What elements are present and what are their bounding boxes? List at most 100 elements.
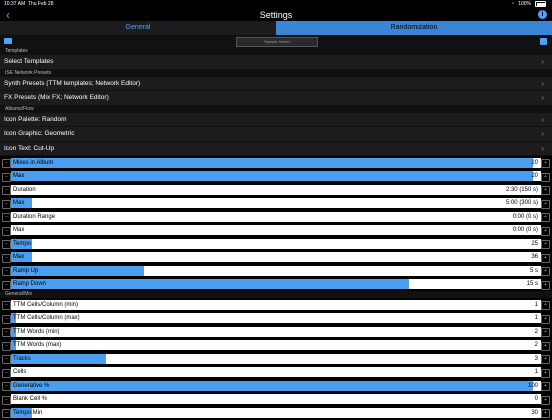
slider-row: − Tempo Min 30 +	[0, 406, 552, 420]
slider-label: Blank Cell %	[13, 396, 48, 402]
decrement-button[interactable]: −	[2, 328, 11, 337]
increment-button[interactable]: +	[541, 172, 550, 182]
slider-track[interactable]: TTM Words (min) 2	[11, 326, 541, 337]
decrement-button[interactable]: −	[2, 267, 11, 276]
slider-value: 2	[534, 342, 538, 348]
select-templates-row[interactable]: Select Templates ›	[0, 55, 552, 70]
slider-track[interactable]: Blank Cell % 0	[11, 394, 541, 404]
folder-icon[interactable]	[4, 38, 12, 44]
wifi-icon: ◔	[511, 1, 515, 7]
slider-track[interactable]: Generative % 100	[11, 380, 541, 391]
row-label: FX Presets (Mix FX; Network Editor)	[4, 94, 109, 101]
slider-row: − Generative % 100 +	[0, 379, 552, 393]
increment-button[interactable]: +	[541, 240, 550, 249]
decrement-button[interactable]: −	[2, 159, 11, 168]
info-icon[interactable]: i	[538, 10, 547, 19]
slider-label: Duration	[13, 186, 36, 193]
decrement-button[interactable]: −	[2, 301, 11, 310]
slider-track[interactable]: TTM Cells/Column (max) 1	[11, 313, 541, 323]
slider-label: Tracks	[13, 355, 31, 362]
fx-presets-row[interactable]: FX Presets (Mix FX; Network Editor) ›	[0, 91, 552, 106]
slider-label: Max	[13, 227, 25, 233]
increment-button[interactable]: +	[541, 368, 550, 378]
decrement-button[interactable]: −	[2, 199, 11, 209]
increment-button[interactable]: +	[541, 267, 550, 276]
slider-row: − Max 0:00 (0 s) +	[0, 223, 552, 237]
slider-row: − Tracks 3 +	[0, 352, 552, 366]
slider-track[interactable]: Max 5:00 (300 s)	[11, 198, 541, 208]
tab-randomization[interactable]: Randomization	[276, 21, 552, 35]
slider-label: Generative %	[13, 382, 50, 389]
increment-button[interactable]: +	[541, 382, 550, 391]
chevron-right-icon: ›	[541, 93, 544, 102]
slider-value: 20	[531, 159, 538, 166]
increment-button[interactable]: +	[541, 186, 550, 195]
decrement-button[interactable]: −	[2, 240, 11, 249]
slider-fill	[11, 171, 534, 181]
increment-button[interactable]: +	[541, 355, 550, 364]
slider-value: 5 s	[529, 267, 538, 274]
slider-track[interactable]: Max 0:00 (0 s)	[11, 225, 541, 235]
sample-select-control[interactable]: Sample Select	[236, 37, 318, 47]
increment-button[interactable]: +	[541, 395, 550, 405]
decrement-button[interactable]: −	[2, 314, 11, 324]
slider-fill	[11, 157, 534, 168]
increment-button[interactable]: +	[541, 199, 550, 209]
slider-track[interactable]: Tempo 25	[11, 238, 541, 249]
slider-track[interactable]: Max 20	[11, 171, 541, 181]
slider-track[interactable]: Ramp Down 15 s	[11, 279, 541, 289]
slider-track[interactable]: Tracks 3	[11, 353, 541, 364]
slider-track[interactable]: Duration Range 0:00 (0 s)	[11, 211, 541, 222]
increment-button[interactable]: +	[541, 226, 550, 236]
decrement-button[interactable]: −	[2, 186, 11, 195]
increment-button[interactable]: +	[541, 253, 550, 263]
decrement-button[interactable]: −	[2, 280, 11, 290]
slider-value: 0	[534, 396, 538, 402]
slider-row: − Duration Range 0:00 (0 s) +	[0, 210, 552, 224]
icon-palette-row[interactable]: Icon Palette: Random ›	[0, 112, 552, 127]
icon-text-row[interactable]: Icon Text: Cut-Up ›	[0, 141, 552, 156]
slider-track[interactable]: Cells 1	[11, 367, 541, 377]
increment-button[interactable]: +	[541, 280, 550, 290]
decrement-button[interactable]: −	[2, 355, 11, 364]
decrement-button[interactable]: −	[2, 395, 11, 405]
synth-presets-row[interactable]: Synth Presets (TTM templates; Network Ed…	[0, 76, 552, 91]
slider-track[interactable]: TTM Words (max) 2	[11, 340, 541, 350]
settings-list: Templates Select Templates › ISE Network …	[0, 48, 552, 420]
slider-row: − TTM Cells/Column (max) 1 +	[0, 311, 552, 325]
slider-row: − Duration 2:30 (150 s) +	[0, 183, 552, 197]
tab-bar: General Randomization	[0, 21, 552, 35]
decrement-button[interactable]: −	[2, 341, 11, 351]
save-icon[interactable]	[540, 38, 547, 45]
increment-button[interactable]: +	[541, 341, 550, 351]
slider-track[interactable]: Tempo Min 30	[11, 407, 541, 418]
increment-button[interactable]: +	[541, 314, 550, 324]
icon-graphic-row[interactable]: Icon Graphic: Geometric ›	[0, 127, 552, 142]
increment-button[interactable]: +	[541, 301, 550, 310]
decrement-button[interactable]: −	[2, 368, 11, 378]
increment-button[interactable]: +	[541, 213, 550, 222]
slider-label: TTM Cells/Column (max)	[13, 315, 80, 321]
decrement-button[interactable]: −	[2, 382, 11, 391]
section-header-general-mix: General/Mix	[0, 291, 552, 298]
slider-track[interactable]: Ramp Up 5 s	[11, 265, 541, 276]
slider-value: 20	[531, 173, 538, 179]
decrement-button[interactable]: −	[2, 172, 11, 182]
tab-general[interactable]: General	[0, 21, 276, 35]
slider-track[interactable]: TTM Cells/Column (min) 1	[11, 299, 541, 310]
increment-button[interactable]: +	[541, 328, 550, 337]
mix-sliders: − TTM Cells/Column (min) 1 + − TTM Cells/Colu…	[0, 298, 552, 420]
slider-value: 2:30 (150 s)	[505, 186, 538, 193]
decrement-button[interactable]: −	[2, 253, 11, 263]
slider-label: Ramp Down	[13, 281, 47, 287]
slider-track[interactable]: Max 36	[11, 252, 541, 262]
slider-label: TTM Words (min)	[13, 328, 60, 335]
battery-icon	[535, 1, 546, 7]
slider-track[interactable]: Mixes in Album 20	[11, 157, 541, 168]
decrement-button[interactable]: −	[2, 213, 11, 222]
increment-button[interactable]: +	[541, 159, 550, 168]
slider-track[interactable]: Duration 2:30 (150 s)	[11, 184, 541, 195]
decrement-button[interactable]: −	[2, 226, 11, 236]
chevron-right-icon: ›	[541, 57, 544, 66]
chevron-right-icon: ›	[541, 114, 544, 124]
